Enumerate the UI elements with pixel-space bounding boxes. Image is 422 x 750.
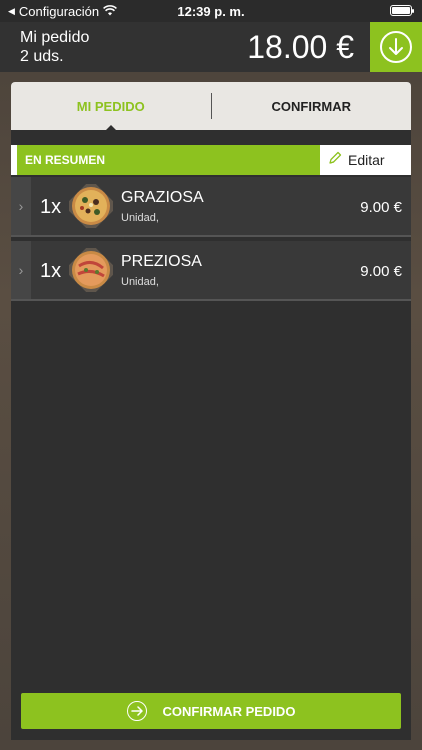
- status-time: 12:39 p. m.: [177, 4, 245, 19]
- battery-icon: [390, 5, 414, 16]
- arrow-down-circle-icon: [380, 31, 412, 63]
- tab-mi-pedido[interactable]: MI PEDIDO: [11, 99, 211, 114]
- order-item[interactable]: › 1x GRAZIOSA Unidad, 9.00 €: [11, 177, 411, 237]
- order-header: Mi pedido 2 uds. 18.00 €: [0, 22, 422, 72]
- order-title-block: Mi pedido 2 uds.: [20, 28, 89, 66]
- order-panel: MI PEDIDO CONFIRMAR EN RESUMEN Editar › …: [11, 82, 411, 740]
- summary-label: EN RESUMEN: [25, 153, 106, 167]
- edit-label: Editar: [348, 152, 385, 168]
- arrow-right-circle-icon: [126, 701, 147, 721]
- pizza-thumbnail: [64, 179, 118, 233]
- item-name: PREZIOSA: [121, 253, 202, 270]
- summary-bar: EN RESUMEN Editar: [11, 145, 411, 175]
- item-name: GRAZIOSA: [121, 189, 204, 206]
- item-price: 9.00 €: [360, 199, 402, 216]
- order-total: 18.00 €: [247, 29, 354, 65]
- active-tab-indicator: [105, 125, 117, 131]
- item-unit: Unidad,: [121, 276, 159, 288]
- order-units: 2 uds.: [20, 48, 64, 65]
- order-tabs: MI PEDIDO CONFIRMAR: [11, 82, 412, 131]
- item-quantity: 1x: [40, 260, 62, 282]
- confirm-order-label: CONFIRMAR PEDIDO: [162, 703, 296, 719]
- confirm-order-button[interactable]: CONFIRMAR PEDIDO: [21, 693, 401, 729]
- chevron-right-icon[interactable]: ›: [11, 241, 31, 299]
- edit-button[interactable]: Editar: [320, 145, 411, 175]
- item-unit: Unidad,: [121, 212, 159, 224]
- item-quantity: 1x: [40, 196, 62, 218]
- tab-confirmar[interactable]: CONFIRMAR: [212, 99, 412, 114]
- status-bar: ◀ Configuración 12:39 p. m.: [0, 0, 422, 22]
- collapse-order-button[interactable]: [370, 22, 422, 72]
- pizza-thumbnail: [64, 243, 118, 297]
- pencil-icon: [328, 151, 342, 170]
- order-item[interactable]: › 1x PREZIOSA Unidad, 9.00 €: [11, 241, 411, 301]
- item-price: 9.00 €: [360, 263, 402, 280]
- chevron-right-icon[interactable]: ›: [11, 177, 31, 235]
- order-title: Mi pedido: [20, 29, 90, 46]
